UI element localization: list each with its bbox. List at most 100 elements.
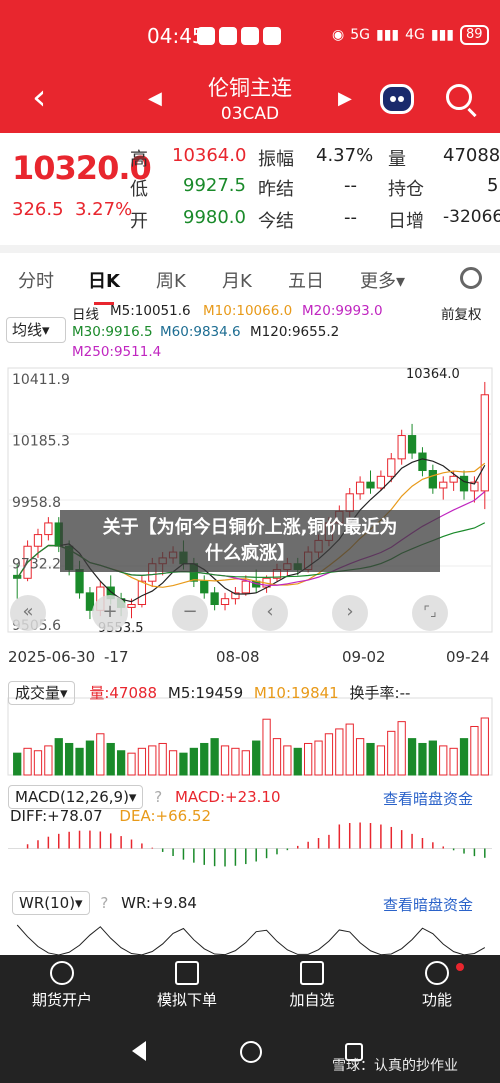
- document-icon: [175, 961, 199, 985]
- settings-gear-icon[interactable]: [460, 267, 482, 289]
- nav-open-account[interactable]: 期货开户: [12, 961, 112, 1010]
- amp-label: 振幅: [258, 149, 294, 170]
- candle-body: [200, 580, 209, 594]
- prev-icon[interactable]: ‹: [252, 595, 288, 631]
- volume-bar: [314, 740, 323, 776]
- volume-bar: [324, 733, 334, 776]
- low-label: 低: [130, 179, 148, 200]
- period-tabs: 分时 日K 周K 月K 五日 更多▾: [0, 245, 500, 305]
- volume-bar: [189, 747, 198, 776]
- nav-sim-order[interactable]: 模拟下单: [137, 961, 237, 1010]
- tab-five-day[interactable]: 五日: [288, 267, 324, 293]
- app-icon: [241, 27, 259, 45]
- dark-pool-link-2[interactable]: 查看暗盘资金: [383, 894, 473, 915]
- system-icons: ◉ 5G ▮▮▮ 4G ▮▮▮ 89: [332, 25, 489, 45]
- ma-selector[interactable]: 均线▾: [6, 317, 66, 343]
- adjust-label[interactable]: 前复权: [441, 303, 482, 323]
- tab-daily[interactable]: 日K: [88, 267, 120, 305]
- volume-bar: [262, 718, 271, 776]
- open-label: 开: [130, 211, 148, 232]
- candle-body: [44, 522, 53, 536]
- nav-label: 期货开户: [31, 991, 92, 1009]
- y-axis-label: 10411.9: [12, 372, 70, 388]
- next-contract-icon[interactable]: ▶: [338, 88, 352, 109]
- volume-bar: [272, 738, 282, 776]
- home-nav-icon[interactable]: [240, 1041, 262, 1063]
- macd-header: MACD(12,26,9)▾ ? MACD:+23.10: [8, 785, 281, 809]
- candle-body: [439, 481, 448, 489]
- scroll-left-icon[interactable]: «: [10, 595, 46, 631]
- volume-bar: [480, 717, 489, 776]
- volume-bar: [54, 738, 63, 776]
- volume-bar: [75, 747, 84, 776]
- amp-value: 4.37%: [316, 145, 374, 166]
- kline-chart-area[interactable]: 10411.910185.39958.89732.29505.610364.09…: [0, 360, 500, 955]
- volume-header: 成交量▾ 量:47088 M5:19459 M10:19841 换手率:--: [8, 681, 410, 705]
- tab-weekly[interactable]: 周K: [156, 267, 186, 293]
- volume-bar: [23, 747, 32, 776]
- volume-selector[interactable]: 成交量▾: [8, 681, 75, 705]
- volume-bar: [158, 742, 167, 776]
- volume-bar: [65, 742, 74, 776]
- volume-bar: [33, 750, 43, 776]
- zoom-in-icon[interactable]: +: [92, 595, 128, 631]
- volume-bar: [148, 745, 157, 776]
- zoom-out-icon[interactable]: −: [172, 595, 208, 631]
- tab-monthly[interactable]: 月K: [222, 267, 252, 293]
- volume-bar: [449, 747, 458, 776]
- back-icon[interactable]: ‹: [32, 80, 46, 116]
- nav-functions[interactable]: 功能: [387, 961, 487, 1010]
- change-value: 326.5: [12, 199, 64, 220]
- volume-bar: [106, 742, 115, 776]
- candle-body: [345, 493, 354, 512]
- candle-body: [449, 475, 458, 483]
- title-nav: ‹ ◀ 伦铜主连 03CAD ▶: [0, 70, 500, 130]
- y-axis-label: 9732.2: [12, 557, 61, 573]
- volume-value: 量:47088: [89, 684, 158, 702]
- nav-add-watchlist[interactable]: 加自选: [262, 961, 362, 1010]
- assistant-robot-icon[interactable]: [380, 84, 414, 114]
- news-banner[interactable]: 关于【为何今日铜价上涨,铜价最近为 什么疯涨】: [60, 510, 440, 572]
- candle-body: [407, 435, 417, 454]
- help-icon[interactable]: ?: [154, 788, 162, 806]
- status-time: 04:45: [147, 24, 205, 48]
- candle-body: [210, 592, 219, 606]
- wr-selector[interactable]: WR(10)▾: [12, 891, 90, 915]
- volume-bar: [116, 750, 126, 776]
- search-icon[interactable]: [446, 84, 472, 110]
- help-icon[interactable]: ?: [100, 894, 108, 912]
- volume-bar: [428, 740, 437, 776]
- settle-value: --: [344, 207, 357, 228]
- next-icon[interactable]: ›: [332, 595, 368, 631]
- volume-bar: [376, 745, 386, 776]
- candle-body: [33, 534, 43, 547]
- prev-contract-icon[interactable]: ◀: [148, 88, 162, 109]
- app-icon: [219, 27, 237, 45]
- tab-more[interactable]: 更多▾: [360, 267, 405, 293]
- plus-icon: [300, 961, 324, 985]
- dark-pool-link[interactable]: 查看暗盘资金: [383, 788, 473, 809]
- oi-label: 持仓: [388, 179, 424, 200]
- oi-chg-value: -32066: [443, 207, 500, 227]
- candle-body: [480, 394, 489, 492]
- back-nav-icon[interactable]: [132, 1041, 146, 1061]
- macd-selector[interactable]: MACD(12,26,9)▾: [8, 785, 144, 809]
- ma250-label: M250:9511.4: [72, 344, 162, 360]
- candle-body: [127, 604, 136, 608]
- oi-chg-label: 日增: [388, 211, 424, 232]
- nav-label: 加自选: [289, 991, 335, 1009]
- ma120-label: M120:9655.2: [250, 324, 340, 340]
- ma5-label: M5:10051.6: [110, 303, 191, 319]
- nav-label: 模拟下单: [156, 991, 217, 1009]
- candle-body: [366, 481, 375, 489]
- menu-icon: [425, 961, 449, 985]
- signal-icon: ▮▮▮: [430, 27, 454, 43]
- banner-line-1: 关于【为何今日铜价上涨,铜价最近为: [102, 517, 398, 538]
- candle-body: [355, 481, 365, 495]
- fullscreen-icon[interactable]: ⌜⌟: [412, 595, 448, 631]
- volume-bar: [137, 747, 147, 776]
- candle-body: [241, 580, 250, 594]
- volume-bar: [210, 738, 219, 776]
- macd-value: MACD:+23.10: [174, 788, 281, 806]
- tab-intraday[interactable]: 分时: [18, 267, 54, 293]
